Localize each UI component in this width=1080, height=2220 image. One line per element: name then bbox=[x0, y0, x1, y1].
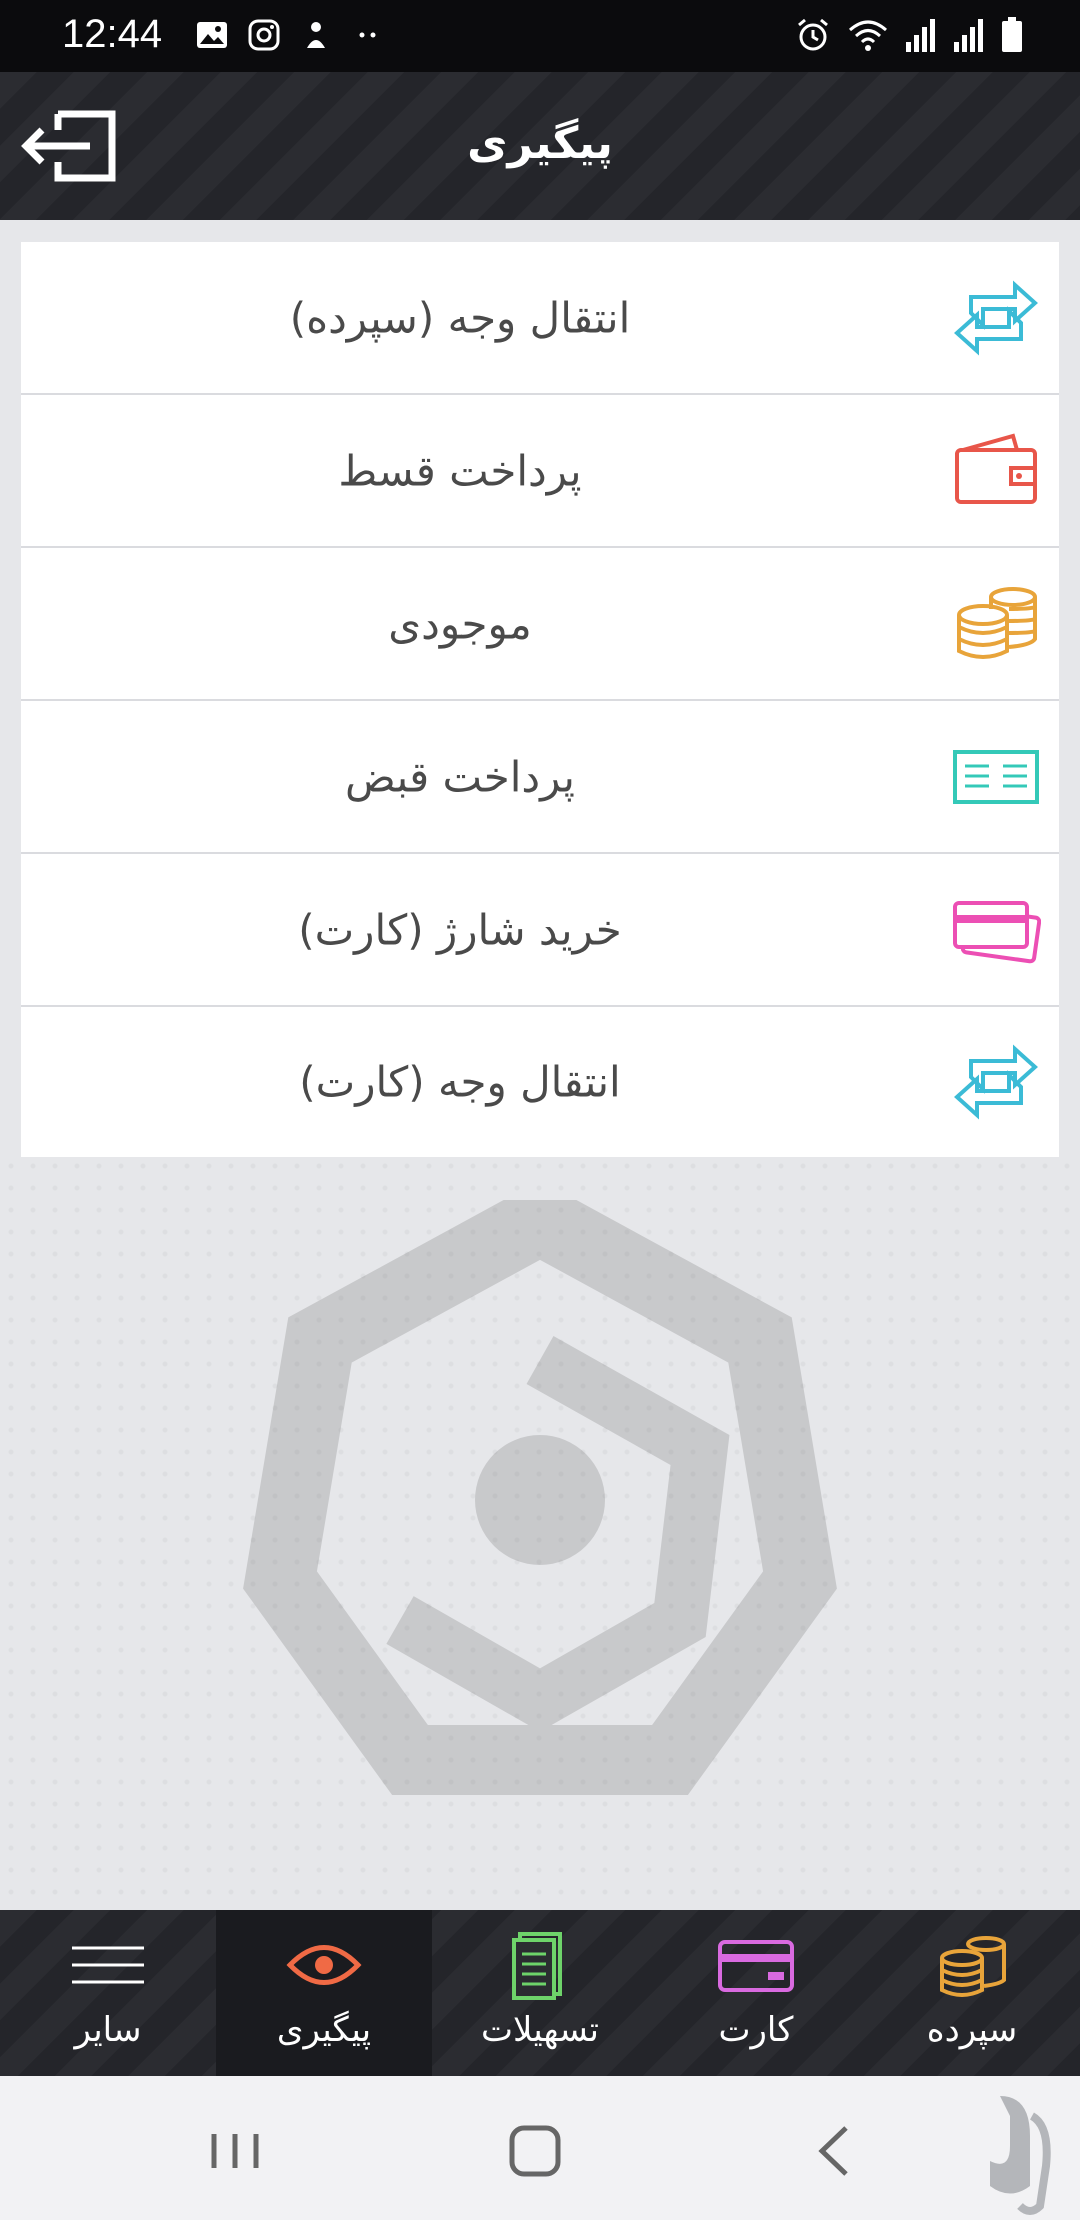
menu-item-label: خرید شارژ (کارت) bbox=[298, 905, 622, 954]
eye-icon bbox=[286, 1945, 362, 1985]
menu-item-installment-payment[interactable]: پرداخت قسط bbox=[21, 395, 1059, 548]
signal-icon bbox=[906, 19, 935, 52]
nav-item-card[interactable]: کارت bbox=[648, 1910, 864, 2076]
transfer-arrows-icon bbox=[954, 280, 1038, 355]
nav-item-deposit[interactable]: سپرده bbox=[864, 1910, 1080, 2076]
menu-item-label: موجودی bbox=[388, 599, 532, 648]
status-bar: 12:44 bbox=[0, 0, 1080, 72]
signal-icon-2 bbox=[954, 19, 983, 52]
cards-icon bbox=[953, 900, 1041, 963]
notification-icons bbox=[195, 18, 385, 52]
nav-label: تسهیلات bbox=[480, 2010, 600, 2050]
menu-item-label: انتقال وجه (کارت) bbox=[299, 1057, 621, 1107]
menu-item-label: پرداخت قبض bbox=[345, 752, 575, 801]
hamburger-menu-icon bbox=[72, 1946, 144, 1984]
menu-item-label: پرداخت قسط bbox=[338, 446, 582, 495]
menu-item-balance[interactable]: موجودی bbox=[21, 548, 1059, 701]
document-icon bbox=[512, 1932, 562, 2000]
menu-item-buy-charge[interactable]: خرید شارژ (کارت) bbox=[21, 854, 1059, 1007]
transfer-arrows-icon bbox=[954, 1044, 1038, 1120]
instagram-icon bbox=[248, 19, 280, 51]
wifi-icon bbox=[849, 20, 887, 51]
back-button-icon[interactable] bbox=[800, 2116, 870, 2186]
nav-item-tracking[interactable]: پیگیری bbox=[216, 1910, 432, 2076]
menu-item-label: انتقال وجه (سپرده) bbox=[289, 293, 631, 342]
system-status-icons bbox=[794, 16, 1024, 54]
status-time: 12:44 bbox=[62, 12, 163, 56]
system-navigation-bar bbox=[0, 2076, 1080, 2220]
nav-label: پیگیری bbox=[276, 2010, 372, 2050]
gallery-icon bbox=[197, 22, 227, 48]
transaction-menu-list: انتقال وجه (سپرده) پرداخت قسط موجودی پرد… bbox=[21, 242, 1059, 1157]
bank-logo-watermark bbox=[200, 1180, 880, 1890]
app-header: پیگیری bbox=[0, 72, 1080, 220]
more-notifications-icon bbox=[359, 32, 376, 38]
bill-icon bbox=[953, 749, 1039, 804]
store-logo-icon bbox=[990, 2096, 1051, 2215]
menu-item-deposit-transfer[interactable]: انتقال وجه (سپرده) bbox=[21, 242, 1059, 395]
nav-label: کارت bbox=[718, 2010, 794, 2050]
nav-label: سپرده bbox=[926, 2010, 1018, 2050]
nav-item-facilities[interactable]: تسهیلات bbox=[432, 1910, 648, 2076]
coins-icon bbox=[957, 586, 1037, 659]
recent-apps-icon[interactable] bbox=[200, 2116, 270, 2186]
battery-icon bbox=[1002, 17, 1022, 52]
wallet-icon bbox=[955, 433, 1037, 504]
menu-item-card-transfer[interactable]: انتقال وجه (کارت) bbox=[21, 1007, 1059, 1157]
nav-label: سایر bbox=[74, 2010, 142, 2050]
bottom-navigation: سایر پیگیری تسهیلات کارت سپرده bbox=[0, 1910, 1080, 2076]
alarm-icon bbox=[798, 18, 828, 51]
menu-item-bill-payment[interactable]: پرداخت قبض bbox=[21, 701, 1059, 854]
page-title: پیگیری bbox=[467, 118, 613, 169]
app-notification-icon bbox=[307, 22, 325, 48]
coins-icon bbox=[940, 1936, 1006, 1997]
home-button-icon[interactable] bbox=[500, 2116, 570, 2186]
credit-card-icon bbox=[718, 1940, 794, 1992]
nav-item-other[interactable]: سایر bbox=[0, 1910, 216, 2076]
